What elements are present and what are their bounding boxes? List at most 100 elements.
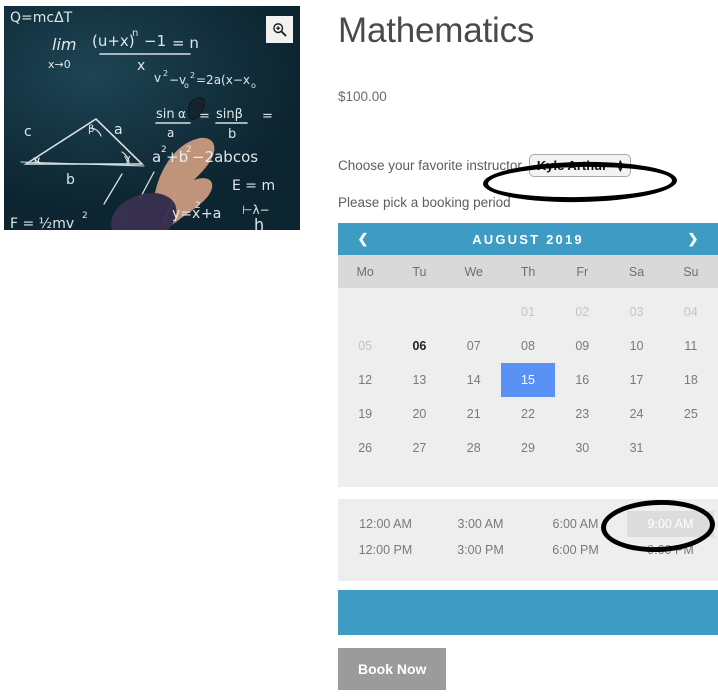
timeslot-label: 3:00 AM: [457, 517, 504, 531]
calendar-day-13[interactable]: 13: [392, 363, 446, 397]
svg-text:γ: γ: [124, 152, 131, 165]
timeslot-12-00-am[interactable]: 12:00 AM: [338, 511, 433, 537]
timeslot-3-00-am[interactable]: 3:00 AM: [433, 511, 528, 537]
calendar-day-10[interactable]: 10: [609, 329, 663, 363]
instructor-label: Choose your favorite instructor: [338, 158, 522, 173]
calendar-day-label: 05: [358, 339, 373, 353]
calendar-day-03: 03: [609, 295, 663, 329]
timeslot-6-00-am[interactable]: 6:00 AM: [528, 511, 623, 537]
svg-text:α: α: [34, 155, 41, 166]
calendar-day-31[interactable]: 31: [609, 431, 663, 465]
calendar-day-26[interactable]: 26: [338, 431, 392, 465]
timeslot-label: 6:00 PM: [552, 543, 599, 557]
calendar-day-label: 11: [684, 339, 698, 353]
magnify-plus-icon[interactable]: [266, 16, 293, 43]
calendar-day-label: 27: [412, 441, 427, 455]
svg-text:F = ½mv: F = ½mv: [10, 216, 74, 230]
chevron-left-icon[interactable]: ❮: [354, 231, 372, 247]
calendar-weekday-we: We: [464, 264, 483, 279]
calendar-day-30[interactable]: 30: [555, 431, 609, 465]
svg-text:v: v: [154, 71, 161, 85]
calendar-day-07[interactable]: 07: [447, 329, 501, 363]
chevron-right-icon[interactable]: ❯: [684, 231, 702, 247]
svg-text:=: =: [199, 109, 210, 124]
calendar-day-17[interactable]: 17: [609, 363, 663, 397]
book-now-button[interactable]: Book Now: [338, 648, 447, 690]
calendar-day-label: 21: [466, 407, 481, 421]
calendar-day-18[interactable]: 18: [664, 363, 718, 397]
svg-text:a: a: [152, 148, 161, 166]
svg-text:Q=mcΔT: Q=mcΔT: [10, 10, 73, 26]
timeslot-grid: 12:00 AM 3:00 AM 6:00 AM 9:00 AM 12:00 PM 3:0…: [338, 499, 718, 581]
calendar-day-label: 17: [629, 373, 644, 387]
timeslot-label: 9:00 PM: [647, 543, 694, 557]
svg-text:−1: −1: [144, 32, 166, 50]
svg-text:β: β: [88, 124, 94, 135]
calendar-day-empty: [447, 295, 501, 329]
svg-text:b: b: [228, 127, 236, 142]
timeslot-9-00-pm[interactable]: 9:00 PM: [623, 537, 718, 563]
calendar-weekday-mo: Mo: [356, 264, 374, 279]
calendar-day-29[interactable]: 29: [501, 431, 555, 465]
calendar-day-label: 24: [629, 407, 644, 421]
calendar-header: ❮ AUGUST 2019 ❯: [338, 223, 718, 255]
svg-text:=2a(x−x: =2a(x−x: [196, 73, 250, 87]
svg-text:c: c: [24, 124, 32, 140]
calendar-day-24[interactable]: 24: [609, 397, 663, 431]
calendar-day-20[interactable]: 20: [392, 397, 446, 431]
calendar-day-empty: [392, 295, 446, 329]
calendar-day-02: 02: [555, 295, 609, 329]
instructor-select[interactable]: Kyle Arthur: [528, 154, 631, 177]
calendar-day-19[interactable]: 19: [338, 397, 392, 431]
calendar-day-label: 12: [358, 373, 373, 387]
page-title: Mathematics: [338, 11, 535, 50]
svg-text:2: 2: [195, 201, 201, 211]
calendar-day-label: 04: [683, 305, 698, 319]
calendar-day-11[interactable]: 11: [664, 329, 718, 363]
product-image[interactable]: Q=mcΔT lim (u+x) n −1 = n x→0 x v 2 −v o…: [4, 6, 300, 230]
calendar-day-15[interactable]: 15: [500, 363, 556, 397]
timeslot-label: 12:00 PM: [358, 543, 413, 557]
calendar-day-empty: [338, 295, 392, 329]
calendar-weekday-sa: Sa: [628, 264, 645, 279]
timeslot-9-00-am[interactable]: 9:00 AM: [623, 511, 718, 537]
calendar-day-12[interactable]: 12: [338, 363, 392, 397]
calendar-weekday-tu: Tu: [412, 264, 427, 279]
svg-text:2: 2: [190, 71, 195, 80]
calendar-day-14[interactable]: 14: [447, 363, 501, 397]
calendar-day-21[interactable]: 21: [447, 397, 501, 431]
calendar-day-25[interactable]: 25: [664, 397, 718, 431]
calendar-day-22[interactable]: 22: [501, 397, 555, 431]
booking-period-label: Please pick a booking period: [338, 195, 511, 210]
calendar-day-27[interactable]: 27: [392, 431, 446, 465]
calendar-day-label: 03: [629, 305, 644, 319]
calendar-day-label: 30: [575, 441, 590, 455]
calendar-day-06[interactable]: 06: [392, 329, 446, 363]
svg-text:n: n: [132, 28, 138, 39]
calendar-day-label: 15: [500, 363, 556, 397]
timeslot-6-00-pm[interactable]: 6:00 PM: [528, 537, 623, 563]
timeslot-12-00-pm[interactable]: 12:00 PM: [338, 537, 433, 563]
calendar-day-label: 09: [575, 339, 590, 353]
timeslot-3-00-pm[interactable]: 3:00 PM: [433, 537, 528, 563]
calendar-day-label: 22: [521, 407, 535, 421]
instructor-row: Choose your favorite instructor Kyle Art…: [338, 104, 718, 177]
calendar-day-23[interactable]: 23: [555, 397, 609, 431]
calendar-day-16[interactable]: 16: [555, 363, 609, 397]
calendar-day-label: 14: [466, 373, 481, 387]
calendar-day-label: 20: [412, 407, 427, 421]
calendar-day-label: 26: [358, 441, 373, 455]
calendar-day-09[interactable]: 09: [555, 329, 609, 363]
calendar-day-label: [338, 295, 392, 329]
calendar-day-28[interactable]: 28: [447, 431, 501, 465]
timeslot-label: 6:00 AM: [552, 517, 599, 531]
booking-panel: Mathematics $100.00 Choose your favorite…: [338, 0, 718, 690]
svg-text:E = m: E = m: [232, 178, 275, 194]
svg-text:+a: +a: [201, 206, 221, 222]
calendar-day-label: 07: [466, 339, 481, 353]
instructor-select-wrap: Kyle Arthur ▲ ▼: [528, 154, 631, 177]
calendar-day-08[interactable]: 08: [501, 329, 555, 363]
svg-text:(u+x): (u+x): [92, 32, 135, 50]
chalkboard-formulas: Q=mcΔT lim (u+x) n −1 = n x→0 x v 2 −v o…: [10, 10, 275, 230]
svg-text:b: b: [66, 172, 75, 188]
